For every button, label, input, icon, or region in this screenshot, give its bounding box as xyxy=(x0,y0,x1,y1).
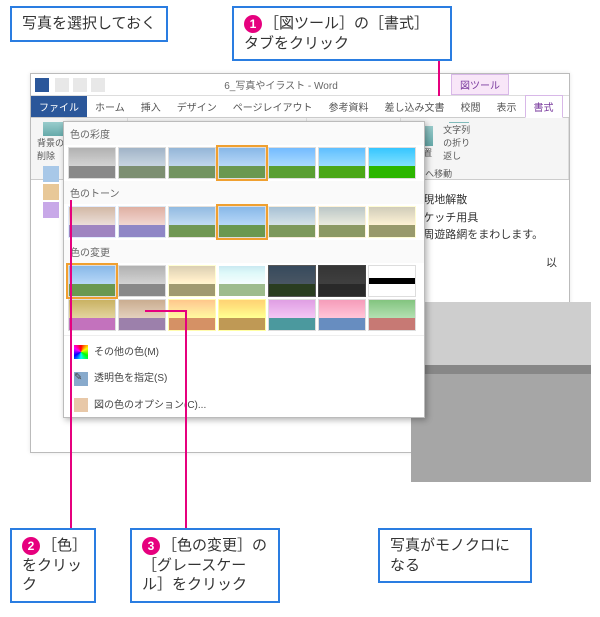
color-options-item[interactable]: 図の色のオプション(C)... xyxy=(64,391,424,417)
set-transparent-item[interactable]: ✎透明色を指定(S) xyxy=(64,364,424,390)
tone-thumb-selected[interactable] xyxy=(218,206,266,238)
change-pic-icon[interactable] xyxy=(43,184,59,200)
doc-text: ✧ 周遊路網をまわします。 xyxy=(411,227,557,245)
tone-thumb[interactable] xyxy=(68,206,116,238)
saturation-thumb[interactable] xyxy=(268,147,316,179)
tab-layout[interactable]: ページレイアウト xyxy=(225,96,321,117)
tone-thumb[interactable] xyxy=(318,206,366,238)
saturation-row xyxy=(64,145,424,181)
callout-preselect: 写真を選択しておく xyxy=(10,6,168,42)
recolor-thumb[interactable] xyxy=(68,299,116,331)
remove-bg-icon xyxy=(43,122,63,136)
recolor-thumb-bw[interactable] xyxy=(368,265,416,297)
recolor-thumb-sepia[interactable] xyxy=(168,265,216,297)
contextual-tab-label: 図ツール xyxy=(451,74,509,95)
recolor-section-label: 色の変更 xyxy=(64,240,424,263)
recolor-thumb-none[interactable] xyxy=(68,265,116,297)
recolor-thumb[interactable] xyxy=(118,299,166,331)
tab-references[interactable]: 参考資料 xyxy=(321,96,377,117)
saturation-thumb[interactable] xyxy=(168,147,216,179)
doc-text: ✧ ケッチ用具 xyxy=(411,210,557,228)
quick-access-toolbar[interactable] xyxy=(49,78,111,92)
recolor-thumb-grayscale[interactable] xyxy=(118,265,166,297)
recolor-thumb-washout[interactable] xyxy=(218,265,266,297)
tone-row xyxy=(64,204,424,240)
tone-thumb[interactable] xyxy=(268,206,316,238)
doc-text: ✧ 現地解散 xyxy=(411,192,557,210)
tab-view[interactable]: 表示 xyxy=(489,96,525,117)
saturation-thumb-selected[interactable] xyxy=(218,147,266,179)
recolor-thumb[interactable] xyxy=(268,265,316,297)
tone-thumb[interactable] xyxy=(368,206,416,238)
tab-home[interactable]: ホーム xyxy=(87,96,133,117)
tab-format[interactable]: 書式 xyxy=(525,95,563,118)
recolor-thumb[interactable] xyxy=(318,299,366,331)
ribbon-tabs: ファイル ホーム 挿入 デザイン ページレイアウト 参考資料 差し込み文書 校閲… xyxy=(31,96,569,118)
leader-3a xyxy=(185,310,187,528)
recolor-row xyxy=(64,263,424,333)
group-arrange: 位置 文字列の折り返し 前面へ移動 背面へ移動 オブジェクトの選択と表示 配置 xyxy=(401,118,569,179)
recolor-thumb[interactable] xyxy=(218,299,266,331)
qat-redo-icon[interactable] xyxy=(91,78,105,92)
doc-footer: 以 xyxy=(411,255,557,273)
palette-icon xyxy=(74,345,88,359)
tab-design[interactable]: デザイン xyxy=(169,96,225,117)
tab-insert[interactable]: 挿入 xyxy=(133,96,169,117)
eyedropper-icon: ✎ xyxy=(74,372,88,386)
callout-1: 1［図ツール］の［書式］タブをクリック xyxy=(232,6,452,61)
tab-review[interactable]: 校閲 xyxy=(453,96,489,117)
word-icon xyxy=(35,78,49,92)
qat-save-icon[interactable] xyxy=(55,78,69,92)
inserted-photo-grayscale[interactable] xyxy=(411,302,591,482)
titlebar: 6_写真やイラスト - Word 図ツール xyxy=(31,74,569,96)
callout-3: 3［色の変更］の［グレースケール］をクリック xyxy=(130,528,280,603)
callout-4: 写真がモノクロになる xyxy=(378,528,532,583)
saturation-section-label: 色の彩度 xyxy=(64,122,424,145)
options-icon xyxy=(74,398,88,412)
recolor-thumb[interactable] xyxy=(368,299,416,331)
reset-pic-icon[interactable] xyxy=(43,202,59,218)
leader-3b xyxy=(145,310,187,312)
word-window: 6_写真やイラスト - Word 図ツール ファイル ホーム 挿入 デザイン ペ… xyxy=(30,73,570,453)
callout-2: 2［色］をクリック xyxy=(10,528,96,603)
compress-icon[interactable] xyxy=(43,166,59,182)
saturation-thumb[interactable] xyxy=(68,147,116,179)
window-title: 6_写真やイラスト - Word xyxy=(111,77,451,92)
recolor-thumb[interactable] xyxy=(268,299,316,331)
tone-thumb[interactable] xyxy=(118,206,166,238)
recolor-thumb[interactable] xyxy=(168,299,216,331)
wrap-text-button[interactable]: 文字列の折り返し xyxy=(443,122,475,162)
saturation-thumb[interactable] xyxy=(318,147,366,179)
saturation-thumb[interactable] xyxy=(368,147,416,179)
recolor-thumb[interactable] xyxy=(318,265,366,297)
tone-section-label: 色のトーン xyxy=(64,181,424,204)
leader-2 xyxy=(70,200,72,528)
color-dropdown: 色の彩度 色のトーン 色の変更 xyxy=(63,121,425,418)
saturation-thumb[interactable] xyxy=(118,147,166,179)
tone-thumb[interactable] xyxy=(168,206,216,238)
more-colors-item[interactable]: その他の色(M) xyxy=(64,338,424,364)
tab-file[interactable]: ファイル xyxy=(31,96,87,117)
document-canvas[interactable]: ✧ 現地解散 ✧ ケッチ用具 ✧ 周遊路網をまわします。 以 xyxy=(401,182,567,450)
qat-undo-icon[interactable] xyxy=(73,78,87,92)
tab-mailings[interactable]: 差し込み文書 xyxy=(377,96,453,117)
